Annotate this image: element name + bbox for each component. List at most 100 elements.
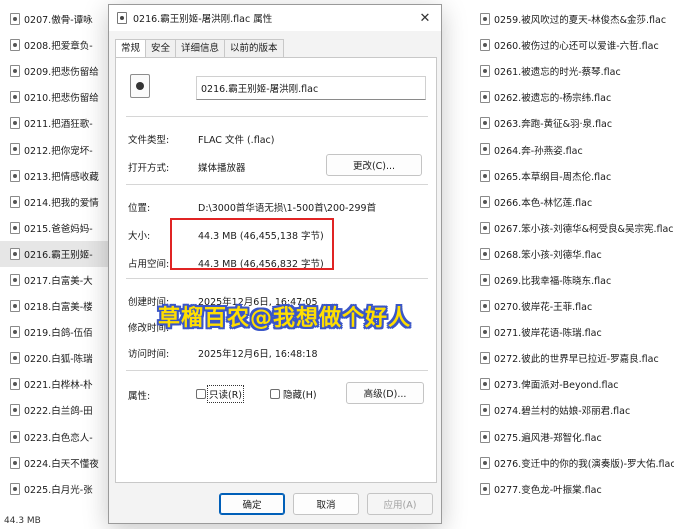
file-name: 0270.彼岸花-王菲.flac [494, 302, 593, 314]
audio-file-icon [117, 12, 127, 24]
audio-file-icon [10, 13, 20, 25]
file-list-item[interactable]: 0219.白鸽-伍佰 [0, 319, 112, 345]
file-name: 0222.白兰鸽-田 [24, 406, 93, 418]
hidden-label: 隐藏(H) [283, 390, 317, 401]
file-name: 0220.白狐-陈瑞 [24, 354, 93, 366]
checkbox-box[interactable] [270, 389, 280, 399]
readonly-label: 只读(R) [206, 385, 245, 403]
file-list-item[interactable]: 0270.彼岸花-王菲.flac [470, 293, 674, 319]
file-list-item[interactable]: 0276.变迁中的你的我(演奏版)-罗大佑.flac [470, 450, 674, 476]
file-name: 0266.本色-林忆莲.flac [494, 197, 593, 209]
file-name: 0216.霸王别姬- [24, 249, 93, 261]
file-list-item[interactable]: 0209.把悲伤留给 [0, 58, 112, 84]
file-name: 0224.白天不懂夜 [24, 458, 99, 470]
file-list-item[interactable]: 0259.被风吹过的夏天-林俊杰&金莎.flac [470, 6, 674, 32]
divider [126, 370, 428, 371]
file-list-item[interactable]: 0208.把爱章负- [0, 32, 112, 58]
file-list-item[interactable]: 0221.白桦林-朴 [0, 371, 112, 397]
file-list-item[interactable]: 0215.爸爸妈妈- [0, 215, 112, 241]
audio-file-icon [10, 378, 20, 391]
file-name: 0208.把爱章负- [24, 41, 93, 53]
file-list-item[interactable]: 0225.白月光-张 [0, 476, 112, 502]
file-name-input[interactable] [196, 76, 426, 100]
location-label: 位置: [128, 203, 151, 214]
hidden-checkbox[interactable]: 隐藏(H) [270, 387, 317, 401]
audio-file-icon [10, 143, 20, 156]
file-list-item[interactable]: 0216.霸王别姬- [0, 240, 112, 267]
file-name: 0219.白鸽-伍佰 [24, 328, 93, 340]
tab-previous-versions[interactable]: 以前的版本 [224, 39, 284, 57]
tab-security[interactable]: 安全 [145, 39, 177, 57]
divider [126, 184, 428, 185]
audio-file-icon [10, 482, 20, 495]
audio-file-icon [480, 273, 490, 286]
file-name: 0263.奔跑-黄征&羽·泉.flac [494, 119, 613, 131]
file-name: 0207.傲骨-谭咏 [24, 15, 93, 27]
file-name: 0210.把悲伤留给 [24, 93, 99, 105]
readonly-checkbox[interactable]: 只读(R) [196, 385, 245, 403]
file-list-item[interactable]: 0274.碧兰村的姑娘-邓丽君.flac [470, 397, 674, 423]
file-list-item[interactable]: 0218.白富美-楼 [0, 293, 112, 319]
file-list-item[interactable]: 0273.俾面派对-Beyond.flac [470, 371, 674, 397]
ok-button[interactable]: 确定 [219, 493, 285, 515]
file-list-item[interactable]: 0214.把我的爱情 [0, 189, 112, 215]
file-list-item[interactable]: 0265.本草纲目-周杰伦.flac [470, 163, 674, 189]
file-name: 0218.白富美-楼 [24, 302, 93, 314]
file-name: 0276.变迁中的你的我(演奏版)-罗大佑.flac [494, 458, 674, 470]
dialog-titlebar[interactable]: 0216.霸王别姬-屠洪刚.flac 属性 ✕ [109, 5, 441, 31]
file-list-item[interactable]: 0267.笨小孩-刘德华&柯受良&吴宗宪.flac [470, 215, 674, 241]
file-list-item[interactable]: 0210.把悲伤留给 [0, 84, 112, 110]
file-list-item[interactable]: 0224.白天不懂夜 [0, 450, 112, 476]
file-list-item[interactable]: 0277.变色龙-叶振棠.flac [470, 476, 674, 502]
file-name: 0214.把我的爱情 [24, 197, 99, 209]
file-list-item[interactable]: 0213.把情感收藏 [0, 163, 112, 189]
audio-file-icon [10, 117, 20, 130]
file-name: 0215.爸爸妈妈- [24, 223, 93, 235]
file-name: 0209.把悲伤留给 [24, 67, 99, 79]
file-list-item[interactable]: 0261.被遗忘的时光-蔡琴.flac [470, 58, 674, 84]
audio-file-icon [10, 91, 20, 104]
watermark-text: 草榴百农@我想做个好人 [158, 306, 412, 331]
file-list-item[interactable]: 0269.比我幸福-陈晓东.flac [470, 267, 674, 293]
file-list-item[interactable]: 0223.白色恋人- [0, 424, 112, 450]
size-on-disk-label: 占用空间: [128, 259, 170, 270]
audio-file-icon [480, 39, 490, 52]
file-list-item[interactable]: 0266.本色-林忆莲.flac [470, 189, 674, 215]
file-list-item[interactable]: 0220.白狐-陈瑞 [0, 345, 112, 371]
file-list-item[interactable]: 0222.白兰鸽-田 [0, 397, 112, 423]
file-list-item[interactable]: 0268.笨小孩-刘德华.flac [470, 241, 674, 267]
file-list-left: 0207.傲骨-谭咏 0208.把爱章负- 0209.把悲伤留给 0210.把悲伤留给… [0, 6, 112, 502]
file-list-item[interactable]: 0207.傲骨-谭咏 [0, 6, 112, 32]
file-name: 0268.笨小孩-刘德华.flac [494, 249, 602, 261]
size-label: 大小: [128, 231, 151, 242]
file-name: 0267.笨小孩-刘德华&柯受良&吴宗宪.flac [494, 223, 674, 235]
file-name: 0273.俾面派对-Beyond.flac [494, 380, 619, 392]
change-button[interactable]: 更改(C)... [326, 154, 422, 176]
file-list-item[interactable]: 0271.彼岸花语-陈瑞.flac [470, 319, 674, 345]
file-list-item[interactable]: 0212.把你宠坏- [0, 136, 112, 162]
file-name: 0261.被遗忘的时光-蔡琴.flac [494, 67, 621, 79]
file-list-item[interactable]: 0275.遍风港-郑智化.flac [470, 424, 674, 450]
checkbox-box[interactable] [196, 389, 206, 399]
audio-file-icon [480, 221, 490, 234]
close-icon[interactable]: ✕ [415, 9, 435, 27]
file-list-item[interactable]: 0263.奔跑-黄征&羽·泉.flac [470, 110, 674, 136]
file-list-item[interactable]: 0217.白富美-大 [0, 267, 112, 293]
tab-details[interactable]: 详细信息 [175, 39, 226, 57]
audio-file-icon [480, 300, 490, 313]
file-list-item[interactable]: 0211.把酒狂歌- [0, 110, 112, 136]
file-name: 0264.奔-孙燕姿.flac [494, 145, 583, 157]
accessed-label: 访问时间: [128, 349, 170, 360]
tab-general[interactable]: 常规 [115, 39, 147, 58]
cancel-button[interactable]: 取消 [293, 493, 359, 515]
file-list-item[interactable]: 0272.彼此的世界早已拉近-罗嘉良.flac [470, 345, 674, 371]
properties-dialog: 0216.霸王别姬-屠洪刚.flac 属性 ✕ 常规 安全 详细信息 以前的版本… [108, 4, 442, 524]
file-name: 0217.白富美-大 [24, 275, 93, 287]
advanced-button[interactable]: 高级(D)... [346, 382, 424, 404]
file-list-item[interactable]: 0260.被伤过的心还可以爱谁-六哲.flac [470, 32, 674, 58]
file-list-item[interactable]: 0264.奔-孙燕姿.flac [470, 136, 674, 162]
audio-file-icon [480, 65, 490, 78]
file-name: 0269.比我幸福-陈晓东.flac [494, 275, 612, 287]
file-list-item[interactable]: 0262.被遗忘的-杨宗纬.flac [470, 84, 674, 110]
apply-button[interactable]: 应用(A) [367, 493, 433, 515]
